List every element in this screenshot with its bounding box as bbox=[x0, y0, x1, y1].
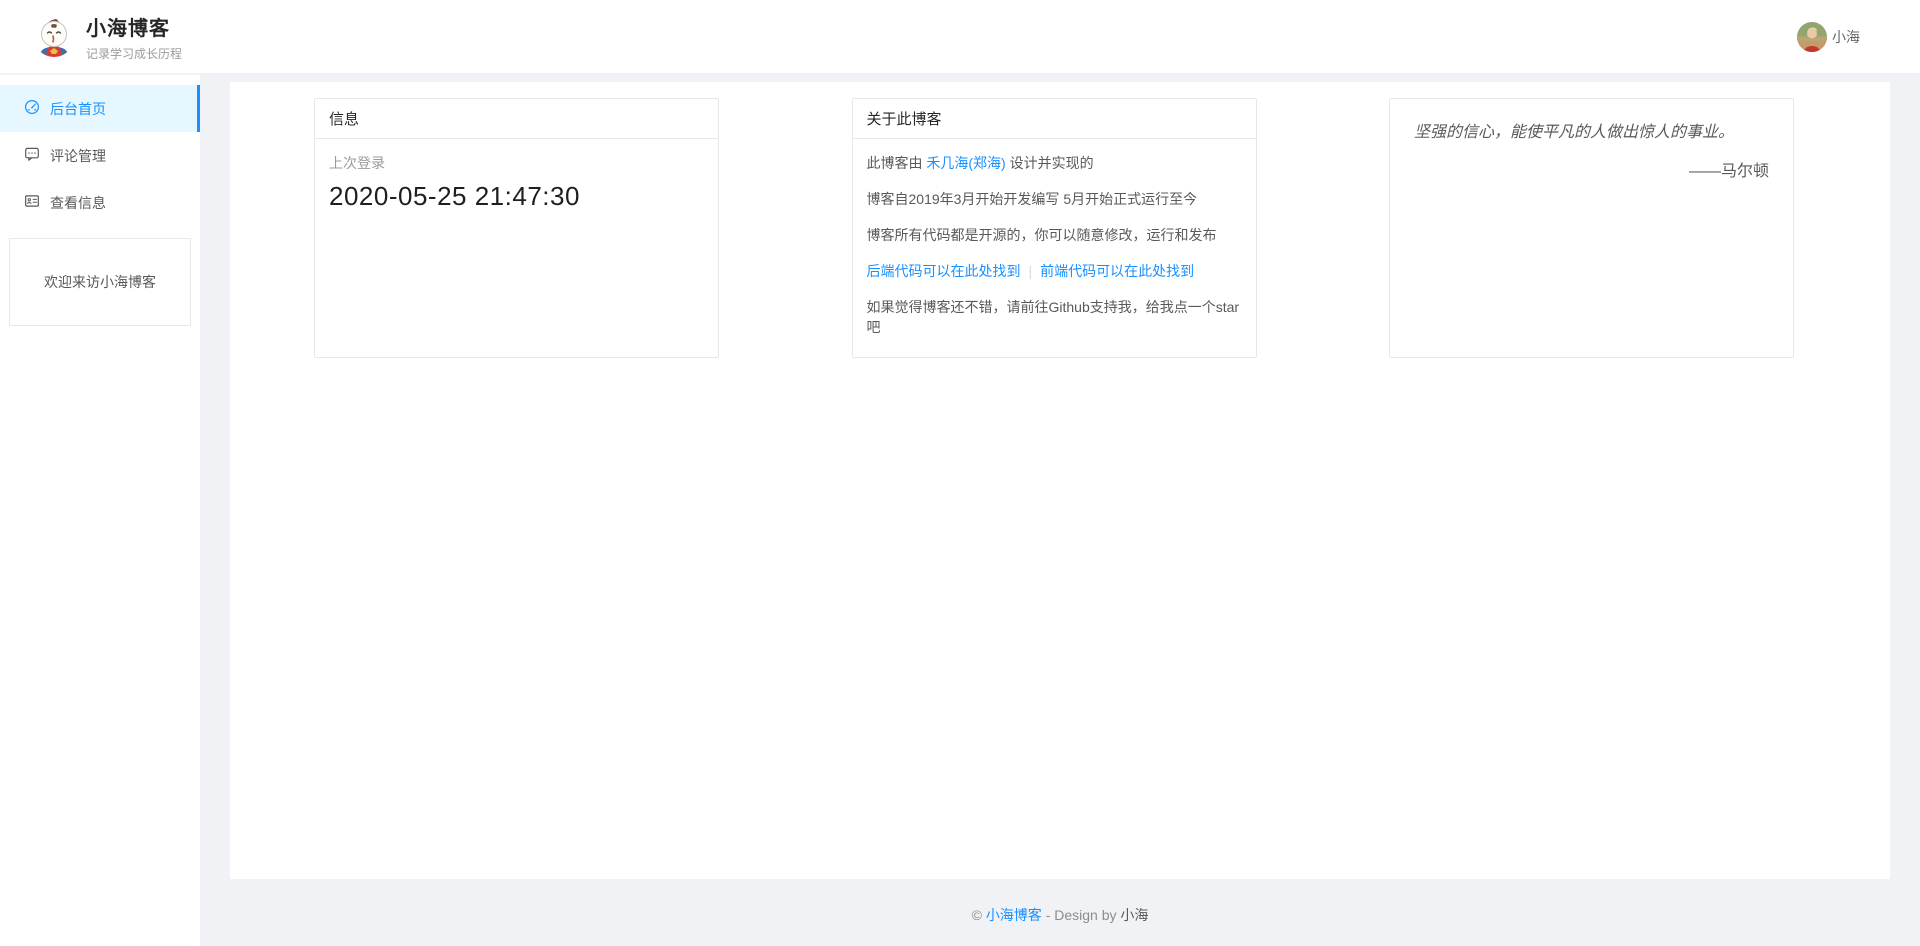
frontend-code-link[interactable]: 前端代码可以在此处找到 bbox=[1040, 263, 1194, 279]
dashboard-icon bbox=[24, 99, 40, 118]
user-menu[interactable]: 小海 bbox=[1797, 22, 1860, 52]
quote-card: 坚强的信心，能使平凡的人做出惊人的事业。 ——马尔顿 bbox=[1389, 98, 1794, 358]
about-author-suffix: 设计并实现的 bbox=[1006, 155, 1094, 171]
last-login-value: 2020-05-25 21:47:30 bbox=[329, 181, 704, 212]
quote-author: ——马尔顿 bbox=[1414, 157, 1769, 181]
about-line-code-links: 后端代码可以在此处找到 | 前端代码可以在此处找到 bbox=[867, 261, 1242, 281]
last-login-label: 上次登录 bbox=[329, 153, 704, 173]
about-line-star: 如果觉得博客还不错，请前往Github支持我，给我点一个star吧 bbox=[867, 297, 1242, 337]
user-name: 小海 bbox=[1832, 27, 1860, 47]
cards-row: 信息 上次登录 2020-05-25 21:47:30 关于此博客 此博客由 禾… bbox=[314, 98, 1794, 358]
idcard-icon bbox=[24, 193, 40, 212]
author-link[interactable]: 禾几海(郑海) bbox=[926, 155, 1005, 171]
about-line-history: 博客自2019年3月开始开发编写 5月开始正式运行至今 bbox=[867, 189, 1242, 209]
app-header: 小海博客 记录学习成长历程 小海 bbox=[0, 0, 1920, 74]
brand-text: 小海博客 记录学习成长历程 bbox=[86, 12, 182, 62]
brand: 小海博客 记录学习成长历程 bbox=[34, 12, 182, 62]
about-card: 关于此博客 此博客由 禾几海(郑海) 设计并实现的 博客自2019年3月开始开发… bbox=[852, 98, 1257, 358]
sidebar-item-view-info[interactable]: 查看信息 bbox=[0, 179, 200, 226]
backend-code-link[interactable]: 后端代码可以在此处找到 bbox=[867, 263, 1021, 279]
footer: © 小海博客 - Design by 小海 bbox=[230, 905, 1890, 925]
sidebar-item-label: 查看信息 bbox=[50, 193, 106, 213]
info-card-body: 上次登录 2020-05-25 21:47:30 bbox=[315, 139, 718, 226]
comment-icon bbox=[24, 146, 40, 165]
quote-card-body: 坚强的信心，能使平凡的人做出惊人的事业。 ——马尔顿 bbox=[1390, 99, 1793, 205]
footer-middle-text: - Design by bbox=[1042, 907, 1121, 923]
sidebar-item-label: 后台首页 bbox=[50, 99, 106, 119]
welcome-text: 欢迎来访小海博客 bbox=[44, 272, 156, 292]
copyright-symbol: © bbox=[972, 907, 982, 923]
about-line-author: 此博客由 禾几海(郑海) 设计并实现的 bbox=[867, 153, 1242, 173]
sidebar: 后台首页 评论管理 bbox=[0, 75, 200, 946]
sidebar-menu: 后台首页 评论管理 bbox=[0, 75, 200, 226]
quote-text: 坚强的信心，能使平凡的人做出惊人的事业。 bbox=[1414, 123, 1769, 143]
footer-site-link[interactable]: 小海博客 bbox=[986, 907, 1042, 923]
app-title: 小海博客 bbox=[86, 12, 182, 41]
about-card-body: 此博客由 禾几海(郑海) 设计并实现的 博客自2019年3月开始开发编写 5月开… bbox=[853, 139, 1256, 351]
about-author-prefix: 此博客由 bbox=[867, 155, 927, 171]
sidebar-item-dashboard[interactable]: 后台首页 bbox=[0, 85, 200, 132]
info-card: 信息 上次登录 2020-05-25 21:47:30 bbox=[314, 98, 719, 358]
blog-logo-icon bbox=[34, 17, 74, 57]
sidebar-item-label: 评论管理 bbox=[50, 146, 106, 166]
app-subtitle: 记录学习成长历程 bbox=[86, 45, 182, 62]
about-line-opensource: 博客所有代码都是开源的，你可以随意修改，运行和发布 bbox=[867, 225, 1242, 245]
main-content: 信息 上次登录 2020-05-25 21:47:30 关于此博客 此博客由 禾… bbox=[230, 82, 1890, 879]
welcome-box: 欢迎来访小海博客 bbox=[9, 238, 191, 326]
user-avatar[interactable] bbox=[1797, 22, 1827, 52]
sidebar-item-comments[interactable]: 评论管理 bbox=[0, 132, 200, 179]
about-card-title: 关于此博客 bbox=[853, 99, 1256, 139]
link-separator: | bbox=[1029, 263, 1033, 279]
footer-author: 小海 bbox=[1120, 907, 1148, 923]
info-card-title: 信息 bbox=[315, 99, 718, 139]
